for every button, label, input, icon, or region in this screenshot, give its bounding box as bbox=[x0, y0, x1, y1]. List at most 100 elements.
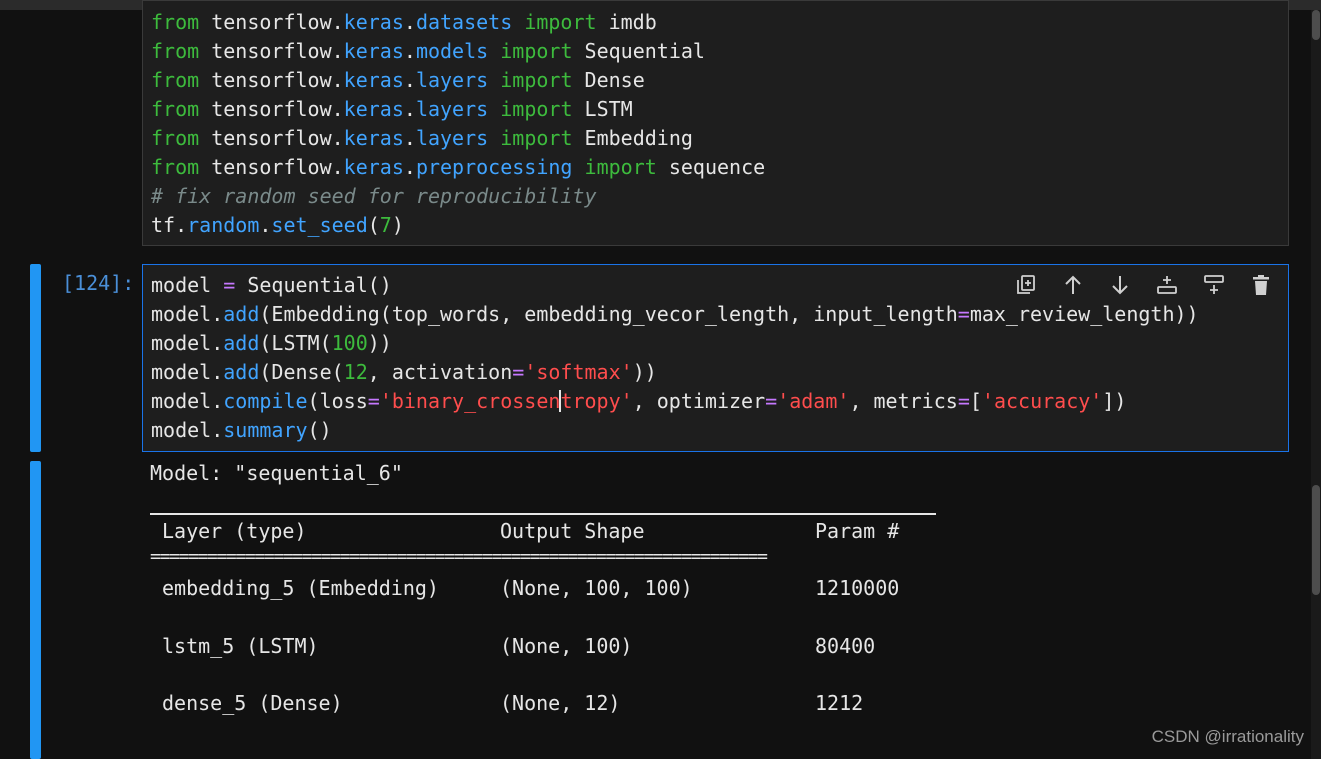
trash-icon[interactable] bbox=[1244, 270, 1277, 300]
code-token: model bbox=[151, 273, 224, 297]
row-layer: dense_5 (Dense) bbox=[162, 691, 343, 715]
code-token: = bbox=[512, 360, 525, 384]
code-token: layers bbox=[415, 68, 489, 92]
code-line[interactable]: tf.random.set_seed(7) bbox=[151, 211, 404, 240]
scrollbar-thumb[interactable] bbox=[1312, 10, 1320, 40]
code-token: compile bbox=[223, 389, 308, 413]
watermark: CSDN @irrationality bbox=[1151, 727, 1304, 746]
active-cell-indicator[interactable] bbox=[30, 264, 41, 452]
code-token: 'binary_crossen bbox=[379, 389, 561, 413]
code-token: 'softmax' bbox=[524, 360, 633, 384]
code-token: layers bbox=[415, 126, 489, 150]
code-token: . bbox=[403, 68, 416, 92]
code-line[interactable]: from tensorflow.keras.datasets import im… bbox=[151, 8, 657, 37]
header-params: Param # bbox=[815, 519, 900, 543]
code-token: ( bbox=[367, 213, 380, 237]
code-token: keras bbox=[343, 39, 404, 63]
code-token: )) bbox=[632, 360, 657, 384]
summary-equals-rule: ========================================… bbox=[150, 546, 768, 567]
code-token: model. bbox=[151, 360, 224, 384]
scrollbar-thumb-lower[interactable] bbox=[1312, 485, 1320, 595]
code-token: datasets bbox=[415, 10, 513, 34]
code-token: import bbox=[500, 39, 573, 63]
row-params: 80400 bbox=[815, 634, 876, 658]
code-token: keras bbox=[343, 126, 404, 150]
code-token: from bbox=[151, 10, 200, 34]
code-token: 100 bbox=[331, 331, 368, 355]
row-shape: (None, 100, 100) bbox=[500, 576, 693, 600]
code-line[interactable]: from tensorflow.keras.layers import Embe… bbox=[151, 124, 693, 153]
duplicate-icon[interactable] bbox=[1009, 270, 1042, 300]
code-line[interactable]: model.add(Embedding(top_words, embedding… bbox=[151, 300, 1199, 329]
code-token: from bbox=[151, 39, 200, 63]
code-token: from bbox=[151, 126, 200, 150]
code-token: Sequential() bbox=[235, 273, 392, 297]
code-token: add bbox=[223, 331, 260, 355]
code-token: LSTM bbox=[572, 97, 633, 121]
code-token: tf. bbox=[151, 213, 188, 237]
code-token: = bbox=[957, 302, 970, 326]
code-token: tensorflow. bbox=[199, 39, 344, 63]
code-token: tensorflow. bbox=[199, 97, 344, 121]
insert-above-icon[interactable] bbox=[1150, 270, 1183, 300]
code-line[interactable]: from tensorflow.keras.layers import LSTM bbox=[151, 95, 633, 124]
code-token: tensorflow. bbox=[199, 68, 344, 92]
code-line[interactable]: from tensorflow.keras.layers import Dens… bbox=[151, 66, 645, 95]
code-token: Sequential bbox=[572, 39, 705, 63]
row-params: 1212 bbox=[815, 691, 864, 715]
arrow-down-icon[interactable] bbox=[1103, 270, 1136, 300]
code-token: import bbox=[500, 68, 573, 92]
execution-prompt: [124]: bbox=[62, 271, 135, 295]
arrow-up-icon[interactable] bbox=[1056, 270, 1089, 300]
code-token: Embedding bbox=[572, 126, 693, 150]
code-token: 7 bbox=[379, 213, 392, 237]
code-token: import bbox=[500, 97, 573, 121]
code-line[interactable]: model.add(Dense(12, activation='softmax'… bbox=[151, 358, 657, 387]
code-token: . bbox=[403, 155, 416, 179]
output-indicator[interactable] bbox=[30, 461, 41, 759]
code-token: keras bbox=[343, 97, 404, 121]
code-line[interactable]: model.compile(loss='binary_crossentropy'… bbox=[151, 387, 1126, 416]
code-token: set_seed bbox=[271, 213, 368, 237]
code-token: keras bbox=[343, 10, 404, 34]
scrollbar-track[interactable] bbox=[1311, 10, 1321, 759]
code-cell-imports[interactable]: from tensorflow.keras.datasets import im… bbox=[142, 0, 1289, 246]
code-token: imdb bbox=[596, 10, 657, 34]
code-line[interactable]: from tensorflow.keras.preprocessing impo… bbox=[151, 153, 765, 182]
code-token: . bbox=[259, 213, 272, 237]
row-layer: lstm_5 (LSTM) bbox=[162, 634, 319, 658]
insert-below-icon[interactable] bbox=[1197, 270, 1230, 300]
code-token: . bbox=[403, 97, 416, 121]
code-token: (LSTM( bbox=[259, 331, 332, 355]
code-token: 'adam' bbox=[777, 389, 850, 413]
summary-top-rule bbox=[150, 513, 936, 515]
code-line[interactable]: # fix random seed for reproducibility bbox=[151, 182, 597, 211]
code-line[interactable]: model.add(LSTM(100)) bbox=[151, 329, 392, 358]
code-token: . bbox=[403, 126, 416, 150]
code-token: (Embedding(top_words, embedding_vecor_le… bbox=[259, 302, 958, 326]
code-line[interactable]: from tensorflow.keras.models import Sequ… bbox=[151, 37, 705, 66]
code-token: (Dense( bbox=[259, 360, 344, 384]
code-token: [ bbox=[969, 389, 982, 413]
code-token: , metrics bbox=[849, 389, 958, 413]
code-token: import bbox=[584, 155, 657, 179]
row-params: 1210000 bbox=[815, 576, 900, 600]
code-token: keras bbox=[343, 155, 404, 179]
code-token: tropy' bbox=[560, 389, 633, 413]
code-line[interactable]: model = Sequential() bbox=[151, 271, 392, 300]
code-token: from bbox=[151, 97, 200, 121]
code-token: () bbox=[307, 418, 332, 442]
header-shape: Output Shape bbox=[500, 519, 645, 543]
code-token: model. bbox=[151, 302, 224, 326]
code-line[interactable]: model.summary() bbox=[151, 416, 332, 445]
code-token: keras bbox=[343, 68, 404, 92]
code-token: = bbox=[223, 273, 236, 297]
code-token: = bbox=[367, 389, 380, 413]
code-token: model. bbox=[151, 418, 224, 442]
code-token: tensorflow. bbox=[199, 10, 344, 34]
